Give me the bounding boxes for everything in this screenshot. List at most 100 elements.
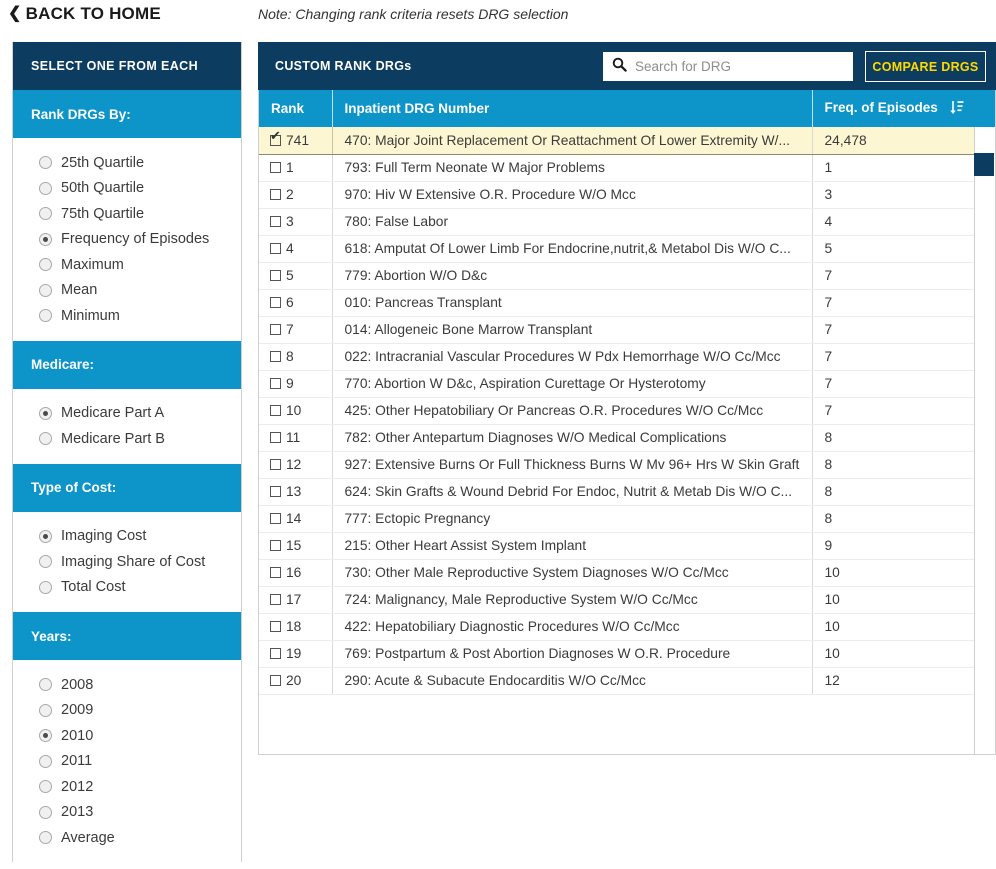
cell-rank[interactable]: 1 [259, 154, 333, 182]
column-header-freq[interactable]: Freq. of Episodes [812, 90, 995, 127]
table-row[interactable]: 5 779: Abortion W/O D&c 7 [259, 262, 995, 290]
radio-button-icon[interactable] [39, 529, 52, 543]
table-row[interactable]: 7 014: Allogeneic Bone Marrow Transplant 7 [259, 316, 995, 344]
radio-button-icon[interactable] [39, 729, 52, 743]
table-row[interactable]: 20 290: Acute & Subacute Endocarditis W/O… [259, 667, 995, 695]
cell-rank[interactable]: 4 [259, 235, 333, 263]
radio-option[interactable]: Total Cost [39, 575, 241, 601]
checkbox-icon[interactable] [270, 513, 281, 524]
table-row[interactable]: 8 022: Intracranial Vascular Procedures W… [259, 343, 995, 371]
table-row[interactable]: 2 970: Hiv W Extensive O.R. Procedure W/O… [259, 181, 995, 209]
radio-button-icon[interactable] [39, 754, 52, 768]
checkbox-checked-icon[interactable] [270, 129, 281, 146]
checkbox-icon[interactable] [270, 189, 281, 200]
back-to-home-link[interactable]: ❮ BACK TO HOME [8, 4, 161, 24]
table-row[interactable]: 17 724: Malignancy, Male Reproductive Sys… [259, 586, 995, 614]
radio-button-icon[interactable] [39, 181, 52, 195]
table-row[interactable]: 15 215: Other Heart Assist System Implant… [259, 532, 995, 560]
radio-button-icon[interactable] [39, 432, 52, 446]
cell-rank[interactable]: 5 [259, 262, 333, 290]
cell-rank[interactable]: 14 [259, 505, 333, 533]
checkbox-icon[interactable] [270, 675, 281, 686]
table-row[interactable]: 19 769: Postpartum & Post Abortion Diagno… [259, 640, 995, 668]
radio-option[interactable]: Average [39, 825, 241, 851]
radio-button-icon[interactable] [39, 678, 52, 692]
radio-option[interactable]: 75th Quartile [39, 201, 241, 227]
table-row[interactable]: 3 780: False Labor 4 [259, 208, 995, 236]
radio-button-icon[interactable] [39, 309, 52, 323]
cell-rank[interactable]: 3 [259, 208, 333, 236]
table-row[interactable]: 10 425: Other Hepatobiliary Or Pancreas O… [259, 397, 995, 425]
table-row[interactable]: 9 770: Abortion W D&c, Aspiration Curetta… [259, 370, 995, 398]
table-scrollbar-thumb[interactable] [974, 153, 994, 176]
checkbox-icon[interactable] [270, 351, 281, 362]
table-row[interactable]: 18 422: Hepatobiliary Diagnostic Procedur… [259, 613, 995, 641]
radio-option[interactable]: Imaging Cost [39, 524, 241, 550]
table-row[interactable]: 16 730: Other Male Reproductive System Di… [259, 559, 995, 587]
radio-option[interactable]: 2012 [39, 774, 241, 800]
table-row[interactable]: 6 010: Pancreas Transplant 7 [259, 289, 995, 317]
cell-rank[interactable]: 13 [259, 478, 333, 506]
cell-rank[interactable]: 10 [259, 397, 333, 425]
radio-option[interactable]: 2009 [39, 698, 241, 724]
checkbox-icon[interactable] [270, 459, 281, 470]
checkbox-icon[interactable] [270, 405, 281, 416]
radio-button-icon[interactable] [39, 805, 52, 819]
cell-rank[interactable]: 8 [259, 343, 333, 371]
radio-option[interactable]: 50th Quartile [39, 176, 241, 202]
checkbox-icon[interactable] [270, 648, 281, 659]
radio-option[interactable]: Maximum [39, 252, 241, 278]
checkbox-icon[interactable] [270, 162, 281, 173]
table-row[interactable]: 741 470: Major Joint Replacement Or Reatt… [259, 127, 995, 155]
cell-rank[interactable]: 18 [259, 613, 333, 641]
search-box[interactable] [603, 52, 853, 81]
cell-rank[interactable]: 9 [259, 370, 333, 398]
cell-rank[interactable]: 19 [259, 640, 333, 668]
checkbox-icon[interactable] [270, 216, 281, 227]
radio-button-icon[interactable] [39, 780, 52, 794]
cell-rank[interactable]: 2 [259, 181, 333, 209]
cell-rank[interactable]: 15 [259, 532, 333, 560]
cell-rank[interactable]: 17 [259, 586, 333, 614]
checkbox-icon[interactable] [270, 432, 281, 443]
radio-option[interactable]: Medicare Part A [39, 401, 241, 427]
search-input[interactable] [633, 58, 838, 75]
cell-rank[interactable]: 6 [259, 289, 333, 317]
radio-option[interactable]: 2011 [39, 749, 241, 775]
radio-button-icon[interactable] [39, 283, 52, 297]
radio-option[interactable]: Frequency of Episodes [39, 227, 241, 253]
radio-button-icon[interactable] [39, 406, 52, 420]
checkbox-icon[interactable] [270, 324, 281, 335]
radio-option[interactable]: 2013 [39, 800, 241, 826]
radio-button-icon[interactable] [39, 831, 52, 845]
table-row[interactable]: 1 793: Full Term Neonate W Major Problems… [259, 154, 995, 182]
table-scrollbar-track[interactable] [974, 127, 995, 754]
radio-option[interactable]: 2010 [39, 723, 241, 749]
radio-button-icon[interactable] [39, 232, 52, 246]
cell-rank[interactable]: 12 [259, 451, 333, 479]
cell-rank[interactable]: 7 [259, 316, 333, 344]
radio-button-icon[interactable] [39, 207, 52, 221]
checkbox-icon[interactable] [270, 378, 281, 389]
radio-option[interactable]: 25th Quartile [39, 150, 241, 176]
cell-rank[interactable]: 11 [259, 424, 333, 452]
table-row[interactable]: 14 777: Ectopic Pregnancy 8 [259, 505, 995, 533]
radio-option[interactable]: 2008 [39, 672, 241, 698]
compare-drgs-button[interactable]: COMPARE DRGS [865, 51, 986, 82]
checkbox-icon[interactable] [270, 486, 281, 497]
table-row[interactable]: 12 927: Extensive Burns Or Full Thickness… [259, 451, 995, 479]
column-header-rank[interactable]: Rank [259, 90, 333, 127]
checkbox-icon[interactable] [270, 540, 281, 551]
sort-descending-icon[interactable] [949, 100, 964, 118]
column-header-drg-number[interactable]: Inpatient DRG Number [332, 90, 813, 127]
radio-option[interactable]: Imaging Share of Cost [39, 549, 241, 575]
checkbox-icon[interactable] [270, 270, 281, 281]
radio-button-icon[interactable] [39, 580, 52, 594]
radio-button-icon[interactable] [39, 555, 52, 569]
radio-button-icon[interactable] [39, 258, 52, 272]
checkbox-icon[interactable] [270, 297, 281, 308]
radio-option[interactable]: Minimum [39, 303, 241, 329]
checkbox-icon[interactable] [270, 621, 281, 632]
table-row[interactable]: 13 624: Skin Grafts & Wound Debrid For En… [259, 478, 995, 506]
radio-button-icon[interactable] [39, 703, 52, 717]
